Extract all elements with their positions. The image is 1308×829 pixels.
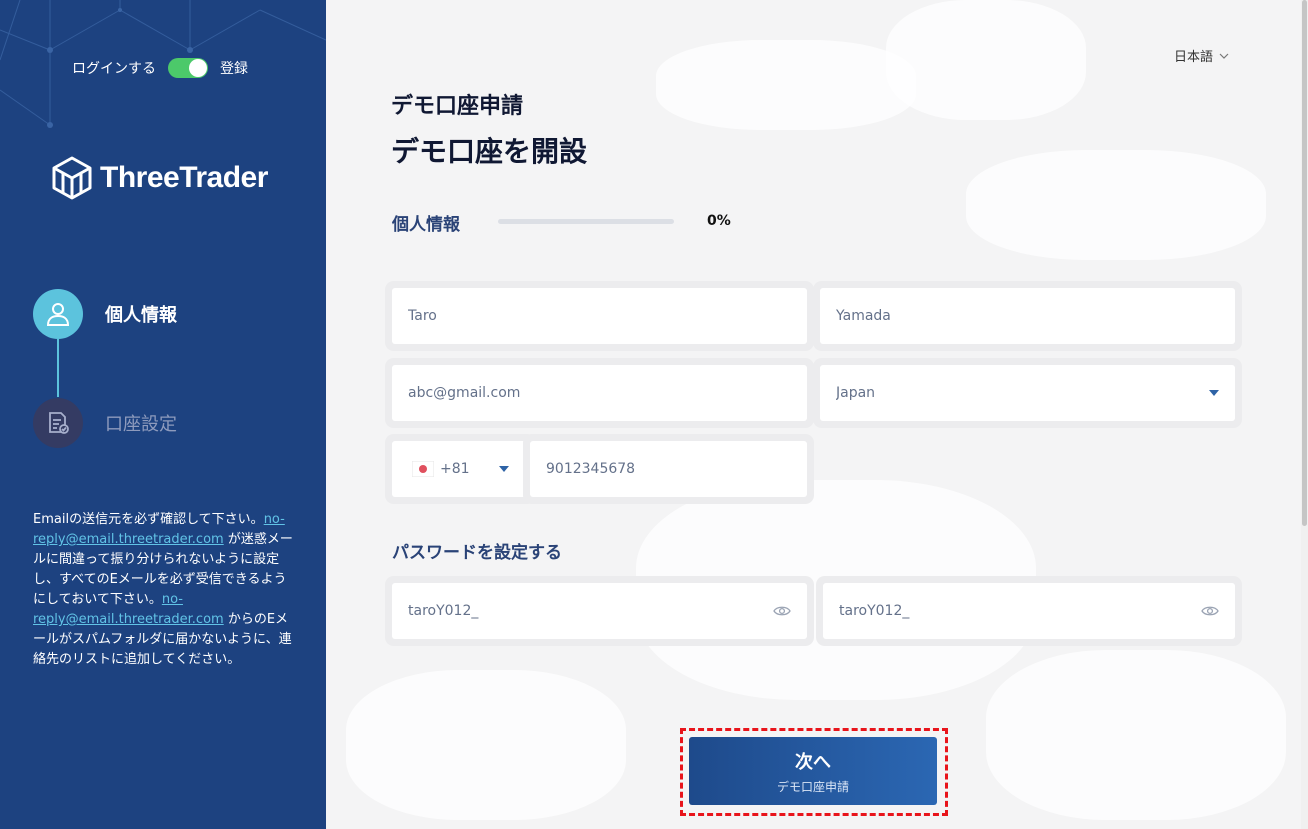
step-label: 個人情報 (105, 305, 177, 326)
page-title: デモ口座を開設 (391, 135, 588, 168)
map-decoration (986, 650, 1286, 820)
page-subtitle: デモ口座申請 (391, 94, 524, 119)
language-selector[interactable]: 日本語 (1174, 46, 1229, 65)
scrollbar[interactable] (1301, 0, 1308, 829)
eye-icon[interactable] (1201, 605, 1219, 617)
map-decoration (656, 40, 916, 130)
email-value: abc@gmail.com (408, 385, 521, 401)
dropdown-caret-icon (499, 466, 509, 472)
eye-icon[interactable] (773, 605, 791, 617)
document-check-icon (49, 412, 69, 434)
login-register-switch[interactable] (168, 58, 208, 78)
auth-toggle: ログインする 登録 (72, 58, 248, 78)
language-label: 日本語 (1174, 50, 1214, 65)
map-decoration (346, 670, 626, 820)
logo-text: ThreeTrader (100, 161, 268, 194)
password-field[interactable]: taroY012_ (392, 583, 807, 639)
confirm-password-field[interactable]: taroY012_ (823, 583, 1235, 639)
step-connector (57, 339, 59, 397)
next-button-highlight: 次へ デモ口座申請 (680, 728, 948, 816)
map-decoration (966, 150, 1266, 260)
user-icon (46, 303, 70, 326)
step-personal-info: 個人情報 (33, 289, 177, 339)
logo: ThreeTrader (52, 156, 268, 200)
phone-number-value: 9012345678 (546, 461, 636, 477)
last-name-value: Yamada (836, 308, 891, 324)
email-field[interactable]: abc@gmail.com (392, 365, 807, 421)
next-button-sublabel: デモ口座申請 (776, 779, 849, 794)
dropdown-caret-icon (1209, 390, 1219, 396)
next-button[interactable]: 次へ デモ口座申請 (689, 737, 937, 805)
main-content: 日本語 デモ口座申請 デモ口座を開設 個人情報 0% Taro Yamada a… (326, 0, 1308, 829)
phone-code-select[interactable]: +81 (392, 441, 529, 497)
notice-text: Emailの送信元を必ず確認して下さい。 (33, 512, 264, 527)
password-heading: パスワードを設定する (392, 543, 562, 563)
country-value: Japan (836, 385, 876, 401)
first-name-value: Taro (408, 308, 437, 324)
step-label: 口座設定 (105, 414, 177, 435)
next-button-label: 次へ (795, 751, 831, 773)
country-select[interactable]: Japan (820, 365, 1235, 421)
login-label[interactable]: ログインする (72, 58, 156, 78)
email-notice: Emailの送信元を必ず確認して下さい。no-reply@email.three… (33, 510, 295, 670)
scrollbar-thumb[interactable] (1302, 0, 1307, 526)
step-account-settings: 口座設定 (33, 398, 177, 448)
phone-number-field[interactable]: 9012345678 (530, 441, 807, 497)
personal-info-heading: 個人情報 (392, 215, 460, 235)
threetrader-logo-icon (52, 156, 92, 200)
sidebar: ログインする 登録 ThreeTrader 個人情報 口座設定 Emailの送信… (0, 0, 326, 829)
progress-bar (498, 219, 674, 224)
last-name-field[interactable]: Yamada (820, 288, 1235, 344)
map-decoration (886, 0, 1086, 120)
password-value: taroY012_ (408, 603, 479, 619)
first-name-field[interactable]: Taro (392, 288, 807, 344)
step-circle-inactive (33, 398, 83, 448)
switch-knob (189, 59, 207, 77)
japan-flag-icon (412, 461, 434, 477)
progress-percent: 0% (707, 213, 731, 229)
register-label[interactable]: 登録 (220, 58, 248, 78)
chevron-down-icon (1219, 53, 1229, 59)
confirm-password-value: taroY012_ (839, 603, 910, 619)
step-circle-active (33, 289, 83, 339)
phone-code-value: +81 (440, 461, 470, 477)
